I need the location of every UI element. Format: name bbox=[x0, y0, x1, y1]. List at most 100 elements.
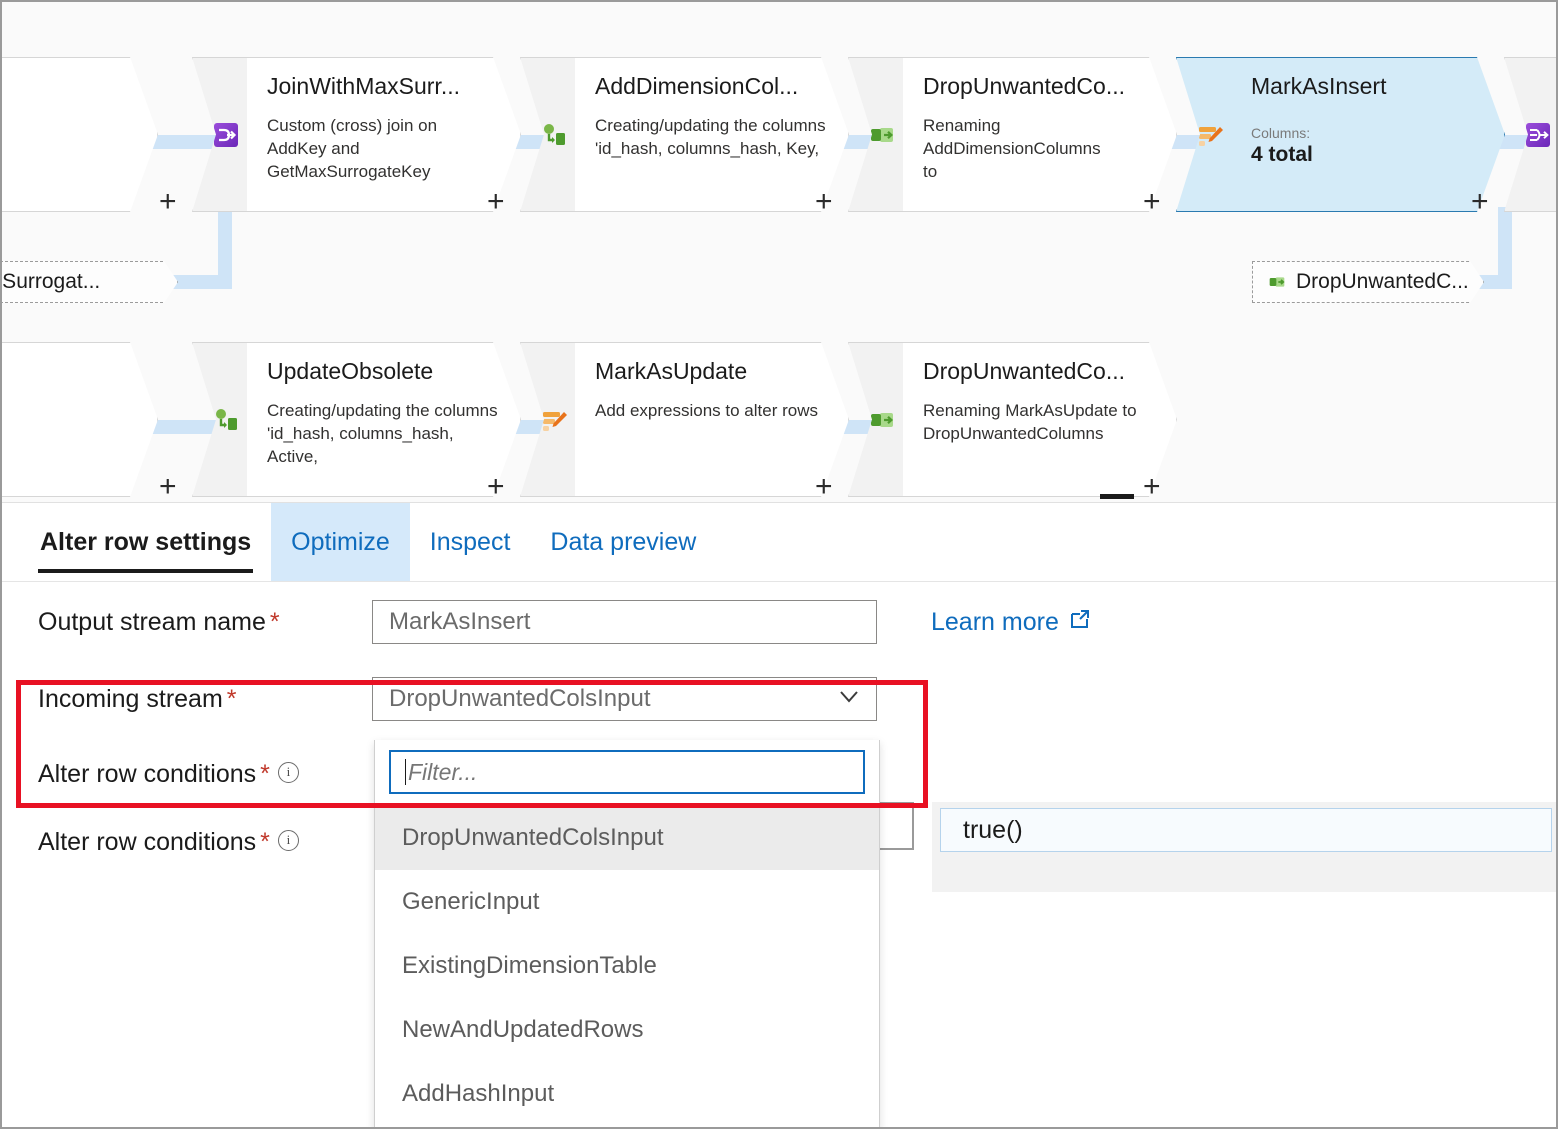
learn-more-link[interactable]: Learn more bbox=[931, 607, 1092, 638]
option-label: GenericInput bbox=[402, 888, 540, 915]
dataflow-node-union[interactable] bbox=[1504, 57, 1556, 212]
external-link-icon bbox=[1068, 607, 1092, 638]
node-body[interactable]: DropUnwantedCo... Renaming AddDimensionCo… bbox=[903, 57, 1177, 212]
add-node-button[interactable]: + bbox=[815, 472, 833, 502]
incoming-stream-row: Incoming stream * DropUnwantedColsInput bbox=[2, 662, 1556, 736]
condition-expression-input[interactable]: true() bbox=[940, 808, 1552, 852]
dataflow-node-derived[interactable]: AddDimensionCol... Creating/updating the… bbox=[520, 57, 849, 212]
tab-data-preview[interactable]: Data preview bbox=[530, 503, 716, 581]
required-asterisk: * bbox=[260, 828, 270, 856]
dataflow-node-select[interactable]: DropUnwantedCo... Renaming MarkAsUpdate … bbox=[848, 342, 1177, 497]
dataflow-node[interactable]: orUpdatedV... g rows fromed which areg i… bbox=[2, 342, 158, 497]
dataflow-node-derived[interactable]: UpdateObsolete Creating/updating the col… bbox=[192, 342, 521, 497]
tab-alter-row-settings[interactable]: Alter row settings bbox=[20, 503, 271, 581]
tab-label: Inspect bbox=[429, 527, 511, 556]
node-title: JoinWithMaxSurr... bbox=[267, 74, 460, 99]
add-node-button[interactable]: + bbox=[159, 472, 177, 502]
text-caret bbox=[405, 759, 406, 785]
tab-bar: Alter row settings Optimize Inspect Data… bbox=[2, 503, 1556, 582]
node-description: Add expressions to alter rows bbox=[595, 401, 818, 421]
add-node-button[interactable]: + bbox=[1471, 187, 1489, 217]
add-node-button[interactable]: + bbox=[487, 472, 505, 502]
node-body[interactable]: orUpdatedV... g rows fromed which areg i… bbox=[2, 342, 158, 497]
output-stream-input[interactable]: MarkAsInsert bbox=[372, 600, 877, 644]
required-asterisk: * bbox=[226, 684, 237, 713]
add-node-button[interactable]: + bbox=[487, 187, 505, 217]
dropdown-option-newandupdatedrows[interactable]: NewAndUpdatedRows bbox=[375, 998, 879, 1062]
output-stream-value: MarkAsInsert bbox=[389, 608, 531, 635]
info-icon[interactable]: i bbox=[277, 761, 299, 783]
node-icon-slot bbox=[1504, 57, 1556, 212]
node-body[interactable]: ey new key Keyfrom 1 bbox=[2, 57, 158, 212]
reference-node-label: etMaxSurrogat... bbox=[2, 270, 101, 293]
tab-optimize[interactable]: Optimize bbox=[271, 503, 410, 581]
incoming-stream-dropdown[interactable]: DropUnwantedColsInput bbox=[372, 677, 877, 721]
info-icon[interactable]: i bbox=[277, 830, 299, 851]
node-icon-slot bbox=[520, 342, 575, 497]
union-icon bbox=[1523, 120, 1553, 150]
reference-node[interactable]: DropUnwantedC... bbox=[1252, 261, 1484, 303]
node-icon-slot bbox=[848, 57, 903, 212]
node-body[interactable]: AddDimensionCol... Creating/updating the… bbox=[575, 57, 849, 212]
node-title: MarkAsInsert bbox=[1251, 74, 1387, 99]
panel-resize-handle[interactable] bbox=[1100, 494, 1134, 499]
node-icon-slot bbox=[192, 342, 247, 497]
app-root: ey new key Keyfrom 1 + bbox=[0, 0, 1558, 1129]
node-title: MarkAsUpdate bbox=[595, 359, 748, 384]
label-text: Output stream name bbox=[38, 607, 266, 636]
node-icon-slot bbox=[1176, 57, 1231, 212]
dropdown-option-genericinput[interactable]: GenericInput bbox=[375, 870, 879, 934]
node-description: Renaming AddDimensionColumns to bbox=[923, 116, 1101, 182]
data-flow-canvas[interactable]: ey new key Keyfrom 1 + bbox=[2, 2, 1556, 502]
label-text: Alter row conditions bbox=[38, 759, 257, 788]
alter-row-conditions-label-overlay: Alter row conditions * i bbox=[38, 828, 299, 857]
dropdown-option-dropunwantedcolsinput[interactable]: DropUnwantedColsInput bbox=[375, 806, 879, 870]
add-node-button[interactable]: + bbox=[815, 187, 833, 217]
connector-link bbox=[1498, 207, 1512, 277]
node-description: Creating/updating the columns 'id_hash, … bbox=[267, 401, 498, 467]
output-stream-row: Output stream name * MarkAsInsert Learn m… bbox=[2, 582, 1556, 662]
dataflow-node-join[interactable]: JoinWithMaxSurr... Custom (cross) join o… bbox=[192, 57, 521, 212]
dataflow-node-alter-row[interactable]: MarkAsUpdate Add expressions to alter ro… bbox=[520, 342, 849, 497]
node-columns-value: 4 total bbox=[1251, 143, 1313, 167]
node-title: ey bbox=[2, 74, 137, 99]
tab-inspect[interactable]: Inspect bbox=[410, 503, 531, 581]
node-body[interactable]: UpdateObsolete Creating/updating the col… bbox=[247, 342, 521, 497]
node-icon-slot bbox=[520, 57, 575, 212]
dropdown-option-addhashinput[interactable]: AddHashInput bbox=[375, 1062, 879, 1126]
add-node-button[interactable]: + bbox=[1143, 472, 1161, 502]
reference-node[interactable]: etMaxSurrogat... bbox=[2, 261, 178, 303]
node-description: g rows fromed which areg in undefined bbox=[2, 400, 137, 469]
select-icon bbox=[867, 405, 897, 435]
output-stream-label: Output stream name * bbox=[38, 608, 372, 637]
node-title: DropUnwantedCo... bbox=[923, 359, 1125, 384]
condition-type-dropdown[interactable] bbox=[878, 802, 914, 850]
node-body[interactable]: MarkAsInsert Columns: 4 total bbox=[1231, 57, 1505, 212]
condition-expression-value: true() bbox=[963, 815, 1023, 844]
node-title: DropUnwantedCo... bbox=[923, 74, 1125, 99]
dropdown-option-existingdimensiontable[interactable]: ExistingDimensionTable bbox=[375, 934, 879, 998]
filter-wrapper: Filter... bbox=[375, 740, 879, 806]
incoming-stream-value: DropUnwantedColsInput bbox=[389, 685, 651, 712]
node-description: Custom (cross) join on AddKey and GetMax… bbox=[267, 116, 438, 182]
node-description: Renaming MarkAsUpdate to DropUnwantedCol… bbox=[923, 401, 1137, 444]
node-body[interactable]: MarkAsUpdate Add expressions to alter ro… bbox=[575, 342, 849, 497]
node-title: UpdateObsolete bbox=[267, 359, 434, 384]
required-asterisk: * bbox=[260, 759, 270, 788]
dataflow-node-select[interactable]: DropUnwantedCo... Renaming AddDimensionCo… bbox=[848, 57, 1177, 212]
node-description: new key Keyfrom 1 bbox=[2, 115, 137, 161]
option-label: AddHashInput bbox=[402, 1080, 555, 1107]
add-node-button[interactable]: + bbox=[1143, 187, 1161, 217]
add-node-button[interactable]: + bbox=[159, 187, 177, 217]
node-body[interactable]: DropUnwantedCo... Renaming MarkAsUpdate … bbox=[903, 342, 1177, 497]
node-body[interactable]: JoinWithMaxSurr... Custom (cross) join o… bbox=[247, 57, 521, 212]
node-icon-slot bbox=[192, 57, 247, 212]
alter-row-icon bbox=[1195, 120, 1225, 150]
join-icon bbox=[211, 120, 241, 150]
connector-link bbox=[218, 202, 232, 282]
dataflow-node-alter-row[interactable]: MarkAsInsert Columns: 4 total bbox=[1176, 57, 1505, 212]
filter-input[interactable]: Filter... bbox=[389, 750, 865, 794]
dataflow-node[interactable]: ey new key Keyfrom 1 bbox=[2, 57, 158, 212]
incoming-stream-flyout[interactable]: Filter... DropUnwantedColsInput GenericI… bbox=[374, 740, 880, 1127]
label-text: Incoming stream bbox=[38, 684, 223, 713]
